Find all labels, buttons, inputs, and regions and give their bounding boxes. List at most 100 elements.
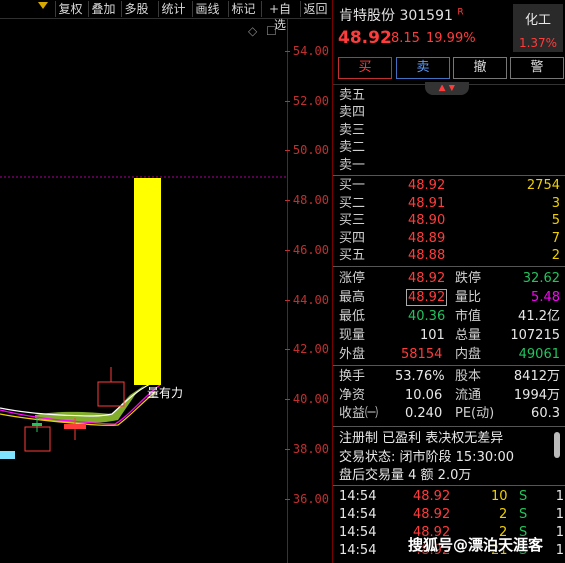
- diamond-icon[interactable]: ◇: [248, 24, 258, 38]
- limit-up-value: 48.92: [408, 271, 446, 286]
- bid-row[interactable]: 买三 48.90 5: [333, 212, 565, 229]
- ask-label: 卖五: [339, 88, 366, 103]
- ma-band-area: [35, 385, 145, 424]
- overlay-button[interactable]: 叠加: [88, 1, 118, 17]
- tick-side: S: [519, 489, 528, 504]
- stats-button[interactable]: 统计: [158, 1, 188, 17]
- bid-volume: 2754: [526, 178, 560, 193]
- add-watchlist-button[interactable]: +自选: [261, 1, 298, 32]
- bid-price: 48.91: [408, 196, 446, 211]
- tick-row: 14:54 48.92 2 S 1: [333, 506, 565, 523]
- buy-button[interactable]: 买: [338, 57, 392, 79]
- tick-count: 1: [555, 507, 564, 522]
- ask-label: 卖三: [339, 123, 366, 138]
- inner-volume-value: 49061: [518, 347, 560, 362]
- multi-stock-button[interactable]: 多股: [121, 1, 151, 17]
- stat-label: 最低: [339, 309, 366, 324]
- stat-label: 股本: [455, 369, 482, 384]
- bid-row[interactable]: 买二 48.91 3: [333, 195, 565, 212]
- dropdown-arrow-icon[interactable]: [38, 2, 48, 9]
- draw-line-button[interactable]: 画线: [192, 1, 222, 17]
- sector-name: 化工: [524, 13, 551, 28]
- y-tick: 42.00: [284, 342, 329, 356]
- tick-count: 1: [555, 489, 564, 504]
- outer-volume-value: 58154: [401, 347, 443, 362]
- kline-chart[interactable]: 量有力 ◇ ☐: [0, 19, 331, 563]
- stat-label: 内盘: [455, 347, 482, 362]
- sector-box[interactable]: 化工 1.37%: [513, 4, 563, 52]
- stock-name: 肯特股份 301591 R: [339, 5, 464, 25]
- y-tick: 44.00: [284, 293, 329, 307]
- divider: [333, 365, 565, 366]
- tick-price: 48.92: [413, 507, 451, 522]
- tick-count: 1: [555, 525, 564, 540]
- stat-label: 收益㈠: [339, 406, 379, 421]
- bid-price: 48.90: [408, 213, 446, 228]
- limit-down-value: 32.62: [522, 271, 560, 286]
- bid-label: 买三: [339, 213, 366, 228]
- turnover-value: 53.76%: [395, 369, 445, 384]
- y-tick: 54.00: [284, 44, 329, 58]
- divider: [333, 175, 565, 176]
- tick-time: 14:54: [339, 489, 377, 504]
- bid-label: 买五: [339, 248, 366, 263]
- quote-panel: 肯特股份 301591 R 48.92 8.15 19.99% 化工 1.37%…: [332, 0, 565, 563]
- low-value: 40.36: [408, 309, 446, 324]
- bid-row[interactable]: 买五 48.88 2: [333, 247, 565, 264]
- stat-label: PE(动): [455, 406, 495, 421]
- divider: [333, 84, 565, 85]
- mark-button[interactable]: 标记: [228, 1, 258, 17]
- tick-time: 14:54: [339, 525, 377, 540]
- candle-doji: [32, 423, 42, 426]
- divider: [333, 266, 565, 267]
- bid-price: 48.92: [408, 178, 446, 193]
- stat-label: 净资: [339, 388, 366, 403]
- back-button[interactable]: 返回: [300, 1, 330, 17]
- ma-line-white: [0, 383, 151, 417]
- tick-time: 14:54: [339, 543, 377, 558]
- candle-small: [64, 424, 86, 429]
- current-volume-value: 101: [420, 328, 445, 343]
- bid-volume: 2: [551, 248, 560, 263]
- alert-button[interactable]: 警: [510, 57, 564, 79]
- stock-tag: R: [457, 7, 464, 18]
- after-hours-volume: 盘后交易量 4 额 2.0万: [339, 468, 472, 483]
- sell-button[interactable]: 卖: [396, 57, 450, 79]
- y-tick: 38.00: [284, 442, 329, 456]
- indicator-marker: [0, 451, 15, 459]
- ask-label: 卖二: [339, 140, 366, 155]
- market-cap-value: 41.2亿: [518, 309, 560, 324]
- stat-label: 市值: [455, 309, 482, 324]
- bid-label: 买二: [339, 196, 366, 211]
- sector-pct: 1.37%: [518, 36, 558, 50]
- tick-volume: 10: [491, 489, 508, 504]
- square-icon[interactable]: ☐: [266, 24, 277, 38]
- bid-volume: 7: [551, 231, 560, 246]
- stat-label: 涨停: [339, 271, 366, 286]
- pe-value: 60.3: [531, 406, 560, 421]
- stat-label: 换手: [339, 369, 366, 384]
- chart-toolbar: 复权 叠加 多股 统计 画线 标记 +自选 返回: [0, 0, 331, 32]
- tick-side: S: [519, 507, 528, 522]
- stat-label: 量比: [455, 290, 482, 305]
- ask-label: 卖四: [339, 105, 366, 120]
- bid-label: 买四: [339, 231, 366, 246]
- cancel-order-button[interactable]: 撤: [453, 57, 507, 79]
- last-price: 48.92: [338, 28, 392, 48]
- scrollbar-thumb[interactable]: [554, 432, 560, 458]
- stat-label: 流通: [455, 388, 482, 403]
- bid-price: 48.89: [408, 231, 446, 246]
- y-tick: 36.00: [284, 492, 329, 506]
- y-tick: 52.00: [284, 94, 329, 108]
- stat-label: 最高: [339, 290, 366, 305]
- listing-info: 注册制 已盈利 表决权无差异: [339, 431, 504, 446]
- fuquan-button[interactable]: 复权: [55, 1, 85, 17]
- bid-row[interactable]: 买四 48.89 7: [333, 230, 565, 247]
- bid-row[interactable]: 买一 48.92 2754: [333, 177, 565, 194]
- tick-time: 14:54: [339, 507, 377, 522]
- stock-code: 301591: [399, 8, 453, 24]
- bid-volume: 5: [551, 213, 560, 228]
- watermark-text: 搜狐号@漂泊天涯客: [408, 536, 544, 554]
- bid-price: 48.88: [408, 248, 446, 263]
- divider: [333, 426, 565, 427]
